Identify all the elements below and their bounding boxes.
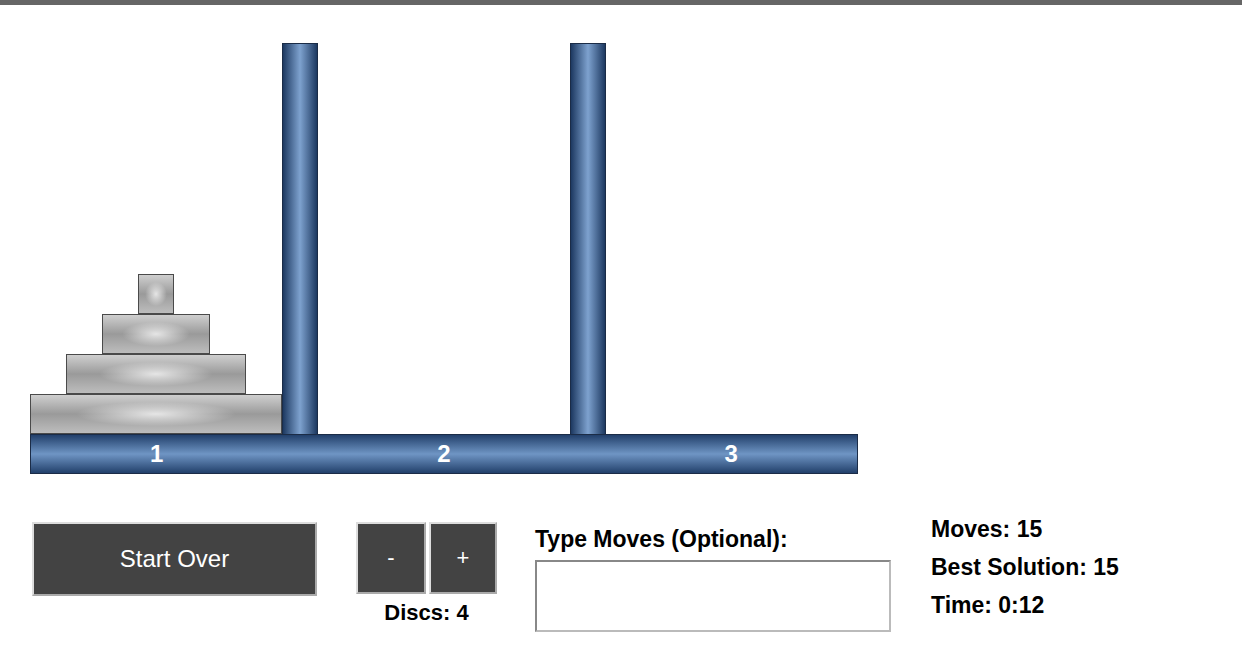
base-joint (282, 435, 318, 473)
peg-column[interactable] (30, 43, 282, 434)
disc-count-buttons: -+ (356, 522, 497, 594)
moves-input[interactable] (535, 560, 891, 632)
disc-count-label: Discs: 4 (384, 600, 468, 626)
peg-column[interactable] (606, 43, 858, 434)
peg-rod (570, 43, 606, 434)
peg-label: 3 (606, 435, 857, 473)
controls-row: Start Over-+Discs: 4Type Moves (Optional… (0, 522, 1242, 632)
moves-input-group: Type Moves (Optional): (535, 524, 891, 632)
peg-label: 1 (31, 435, 282, 473)
tower-board: 123 (30, 43, 858, 474)
plus-button[interactable]: + (429, 522, 497, 594)
peg-label: 2 (318, 435, 569, 473)
base-joint (570, 435, 606, 473)
moves-input-label: Type Moves (Optional): (535, 524, 891, 554)
peg-rod (282, 43, 318, 434)
start-over-button[interactable]: Start Over (32, 522, 317, 596)
stat-line: Time: 0:12 (931, 586, 1119, 624)
stats-panel: Moves: 15Best Solution: 15Time: 0:12 (931, 510, 1119, 624)
disc[interactable] (102, 314, 210, 354)
stat-line: Best Solution: 15 (931, 548, 1119, 586)
stat-line: Moves: 15 (931, 510, 1119, 548)
peg-column[interactable] (318, 43, 570, 434)
peg-base: 123 (30, 434, 858, 474)
disc[interactable] (66, 354, 246, 394)
disc[interactable] (30, 394, 282, 434)
top-bar (0, 0, 1242, 5)
disc[interactable] (138, 274, 174, 314)
peg-stage (30, 43, 858, 434)
minus-button[interactable]: - (356, 522, 426, 594)
disc-count-group: -+ Discs: 4 (356, 522, 497, 626)
